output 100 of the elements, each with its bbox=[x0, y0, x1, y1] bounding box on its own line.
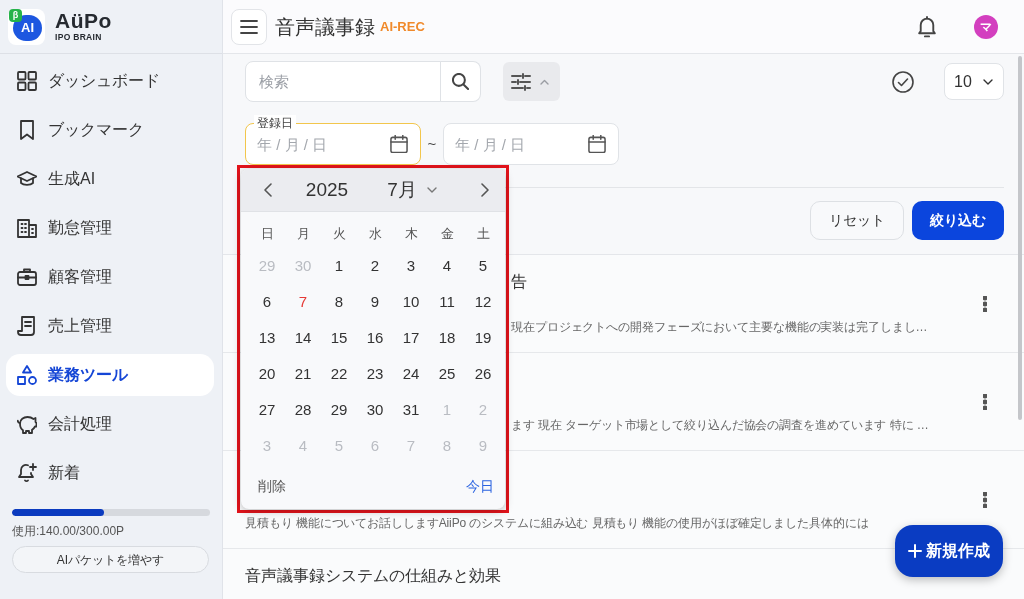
calendar-day[interactable]: 28 bbox=[285, 392, 321, 428]
calendar-day[interactable]: 31 bbox=[393, 392, 429, 428]
record-title[interactable]: 音声議事録システムの仕組みと効果 bbox=[245, 564, 501, 588]
chevron-right-icon bbox=[481, 183, 489, 197]
sidebar-item[interactable]: 勤怠管理 bbox=[6, 207, 214, 249]
title-tag: AI-REC bbox=[380, 16, 425, 37]
page-size-select[interactable]: 10 bbox=[944, 63, 1004, 100]
sidebar-item[interactable]: ダッシュボード bbox=[6, 60, 214, 102]
brand-name: AüPo bbox=[55, 10, 112, 32]
clear-button[interactable]: 削除 bbox=[258, 476, 286, 497]
search-icon bbox=[451, 73, 469, 90]
calendar-day[interactable]: 30 bbox=[357, 392, 393, 428]
search-field[interactable]: 検索 bbox=[245, 61, 441, 102]
sidebar-item[interactable]: ブックマーク bbox=[6, 109, 214, 151]
record-title[interactable]: 告 bbox=[511, 270, 527, 294]
month-select[interactable]: 7月 bbox=[372, 175, 452, 205]
chevron-down-icon bbox=[426, 187, 437, 193]
vertical-dots-icon[interactable] bbox=[983, 394, 987, 410]
sidebar-item[interactable]: 会計処理 bbox=[6, 403, 214, 445]
calendar-day[interactable]: 13 bbox=[249, 320, 285, 356]
graduation-cap-icon bbox=[17, 169, 37, 189]
bookmark-icon bbox=[17, 120, 37, 140]
record-summary: 見積もり 機能についてお話ししますAiiPo のシステムに組み込む 見積もり 機能の使用がほぼ確定しました具体的には bbox=[245, 515, 869, 532]
menu-icon bbox=[240, 19, 258, 34]
calendar-day[interactable]: 11 bbox=[429, 284, 465, 320]
record-summary: 現在プロジェクトへの開発フェーズにおいて主要な機能の実装は完了しまし… bbox=[511, 319, 928, 336]
piggy-bank-icon bbox=[17, 414, 37, 434]
building-icon bbox=[17, 218, 37, 238]
sidebar-item[interactable]: 売上管理 bbox=[6, 305, 214, 347]
calendar-day[interactable]: 24 bbox=[393, 356, 429, 392]
calendar-day[interactable]: 15 bbox=[321, 320, 357, 356]
new-record-button[interactable]: 新規作成 bbox=[895, 525, 1003, 577]
weekday-label: 日 bbox=[259, 225, 275, 243]
weekday-label: 火 bbox=[331, 225, 347, 243]
calendar-day[interactable]: 10 bbox=[393, 284, 429, 320]
calendar-day[interactable]: 19 bbox=[465, 320, 501, 356]
date-field[interactable]: 年 / 月 / 日 bbox=[443, 123, 619, 165]
calendar-day[interactable]: 2 bbox=[357, 248, 393, 284]
calendar-day[interactable]: 9 bbox=[357, 284, 393, 320]
calendar-day[interactable]: 16 bbox=[357, 320, 393, 356]
calendar-day[interactable]: 3 bbox=[393, 248, 429, 284]
sliders-icon bbox=[511, 72, 531, 91]
calendar-day[interactable]: 14 bbox=[285, 320, 321, 356]
calendar-day[interactable]: 8 bbox=[321, 284, 357, 320]
weekday-label: 水 bbox=[367, 225, 383, 243]
calendar-day[interactable]: 12 bbox=[465, 284, 501, 320]
check-circle-icon[interactable] bbox=[892, 70, 914, 93]
calendar-day[interactable]: 27 bbox=[249, 392, 285, 428]
sidebar-item[interactable]: 顧客管理 bbox=[6, 256, 214, 298]
scrollbar[interactable] bbox=[1018, 56, 1022, 420]
beta-badge: β bbox=[9, 8, 22, 22]
bell-icon[interactable] bbox=[917, 15, 937, 38]
apply-filter-button[interactable]: 絞り込む bbox=[912, 201, 1004, 240]
vertical-dots-icon[interactable] bbox=[983, 296, 987, 312]
page-title: 音声議事録 bbox=[275, 14, 375, 40]
search-button[interactable] bbox=[440, 61, 481, 102]
weekday-label: 月 bbox=[295, 225, 311, 243]
vertical-dots-icon[interactable] bbox=[983, 492, 987, 508]
plus-icon bbox=[908, 544, 922, 558]
receipt-icon bbox=[17, 316, 37, 336]
calendar-day[interactable]: 20 bbox=[249, 356, 285, 392]
calendar-icon[interactable] bbox=[390, 135, 408, 153]
bell-plus-icon bbox=[17, 463, 37, 483]
calendar-day[interactable]: 29 bbox=[321, 392, 357, 428]
calendar-day[interactable]: 22 bbox=[321, 356, 357, 392]
calendar-day[interactable]: 25 bbox=[429, 356, 465, 392]
calendar-day[interactable]: 18 bbox=[429, 320, 465, 356]
usage-text: 使用:140.00/300.00P bbox=[12, 523, 126, 539]
menu-button[interactable] bbox=[231, 8, 267, 45]
calendar-day[interactable]: 7 bbox=[285, 284, 321, 320]
shapes-icon bbox=[17, 365, 37, 385]
calendar-day[interactable]: 23 bbox=[357, 356, 393, 392]
calendar-day[interactable]: 17 bbox=[393, 320, 429, 356]
range-separator: ~ bbox=[426, 134, 438, 154]
user-avatar[interactable]: マ bbox=[974, 14, 998, 39]
chevron-left-icon bbox=[264, 183, 272, 197]
weekday-label: 木 bbox=[403, 225, 419, 243]
sidebar-item[interactable]: 新着 bbox=[6, 452, 214, 494]
filter-toggle-button[interactable] bbox=[503, 62, 560, 101]
today-button[interactable]: 今日 bbox=[466, 476, 494, 497]
grid-icon bbox=[17, 71, 37, 91]
reset-button[interactable]: リセット bbox=[810, 201, 904, 240]
sidebar-item[interactable]: 生成AI bbox=[6, 158, 214, 200]
calendar-day[interactable]: 5 bbox=[465, 248, 501, 284]
calendar-day[interactable]: 6 bbox=[249, 284, 285, 320]
add-packets-button[interactable]: AIパケットを増やす bbox=[12, 546, 209, 573]
calendar-icon[interactable] bbox=[588, 135, 606, 153]
calendar-day[interactable]: 26 bbox=[465, 356, 501, 392]
chevron-down-icon bbox=[983, 78, 993, 85]
calendar-year: 2025 bbox=[304, 177, 350, 202]
field-label: 登録日 bbox=[254, 115, 296, 131]
record-summary: ます 現在 ターゲット市場として絞り込んだ協会の調査を進めています 特に … bbox=[511, 417, 929, 434]
calendar-day[interactable]: 4 bbox=[429, 248, 465, 284]
weekday-label: 金 bbox=[439, 225, 455, 243]
brand-tagline: IPO BRAIN bbox=[55, 32, 103, 43]
calendar-day[interactable]: 21 bbox=[285, 356, 321, 392]
briefcase-icon bbox=[17, 267, 37, 287]
sidebar-item[interactable]: 業務ツール bbox=[6, 354, 214, 396]
weekday-label: 土 bbox=[475, 225, 491, 243]
calendar-day[interactable]: 1 bbox=[321, 248, 357, 284]
